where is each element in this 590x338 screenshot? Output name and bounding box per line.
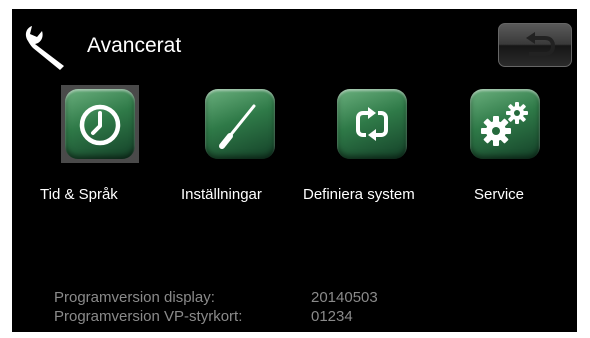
service-button[interactable] (470, 89, 540, 159)
label-service[interactable]: Service (474, 186, 524, 204)
wrench-icon (25, 26, 64, 70)
page-title: Avancerat (87, 34, 182, 57)
label-installningar[interactable]: Inställningar (181, 186, 262, 204)
screen: Avancerat Tid & Språk Inställningar Defi… (12, 9, 577, 332)
definiera-system-button[interactable] (337, 89, 407, 159)
back-arrow-icon (526, 32, 556, 56)
gears-icon (481, 102, 528, 146)
label-definiera-system[interactable]: Definiera system (303, 186, 415, 204)
screwdriver-icon (219, 104, 256, 149)
clock-icon (79, 104, 121, 146)
display-version-value: 20140503 (311, 289, 378, 306)
back-button[interactable] (498, 23, 572, 67)
board-version-label: Programversion VP-styrkort: (54, 308, 243, 325)
tid-sprak-button[interactable] (65, 89, 135, 159)
display-version-label: Programversion display: (54, 289, 215, 306)
label-tid-sprak[interactable]: Tid & Språk (40, 186, 118, 204)
installningar-button[interactable] (205, 89, 275, 159)
board-version-value: 01234 (311, 308, 353, 325)
cycle-arrows-icon (356, 107, 388, 141)
